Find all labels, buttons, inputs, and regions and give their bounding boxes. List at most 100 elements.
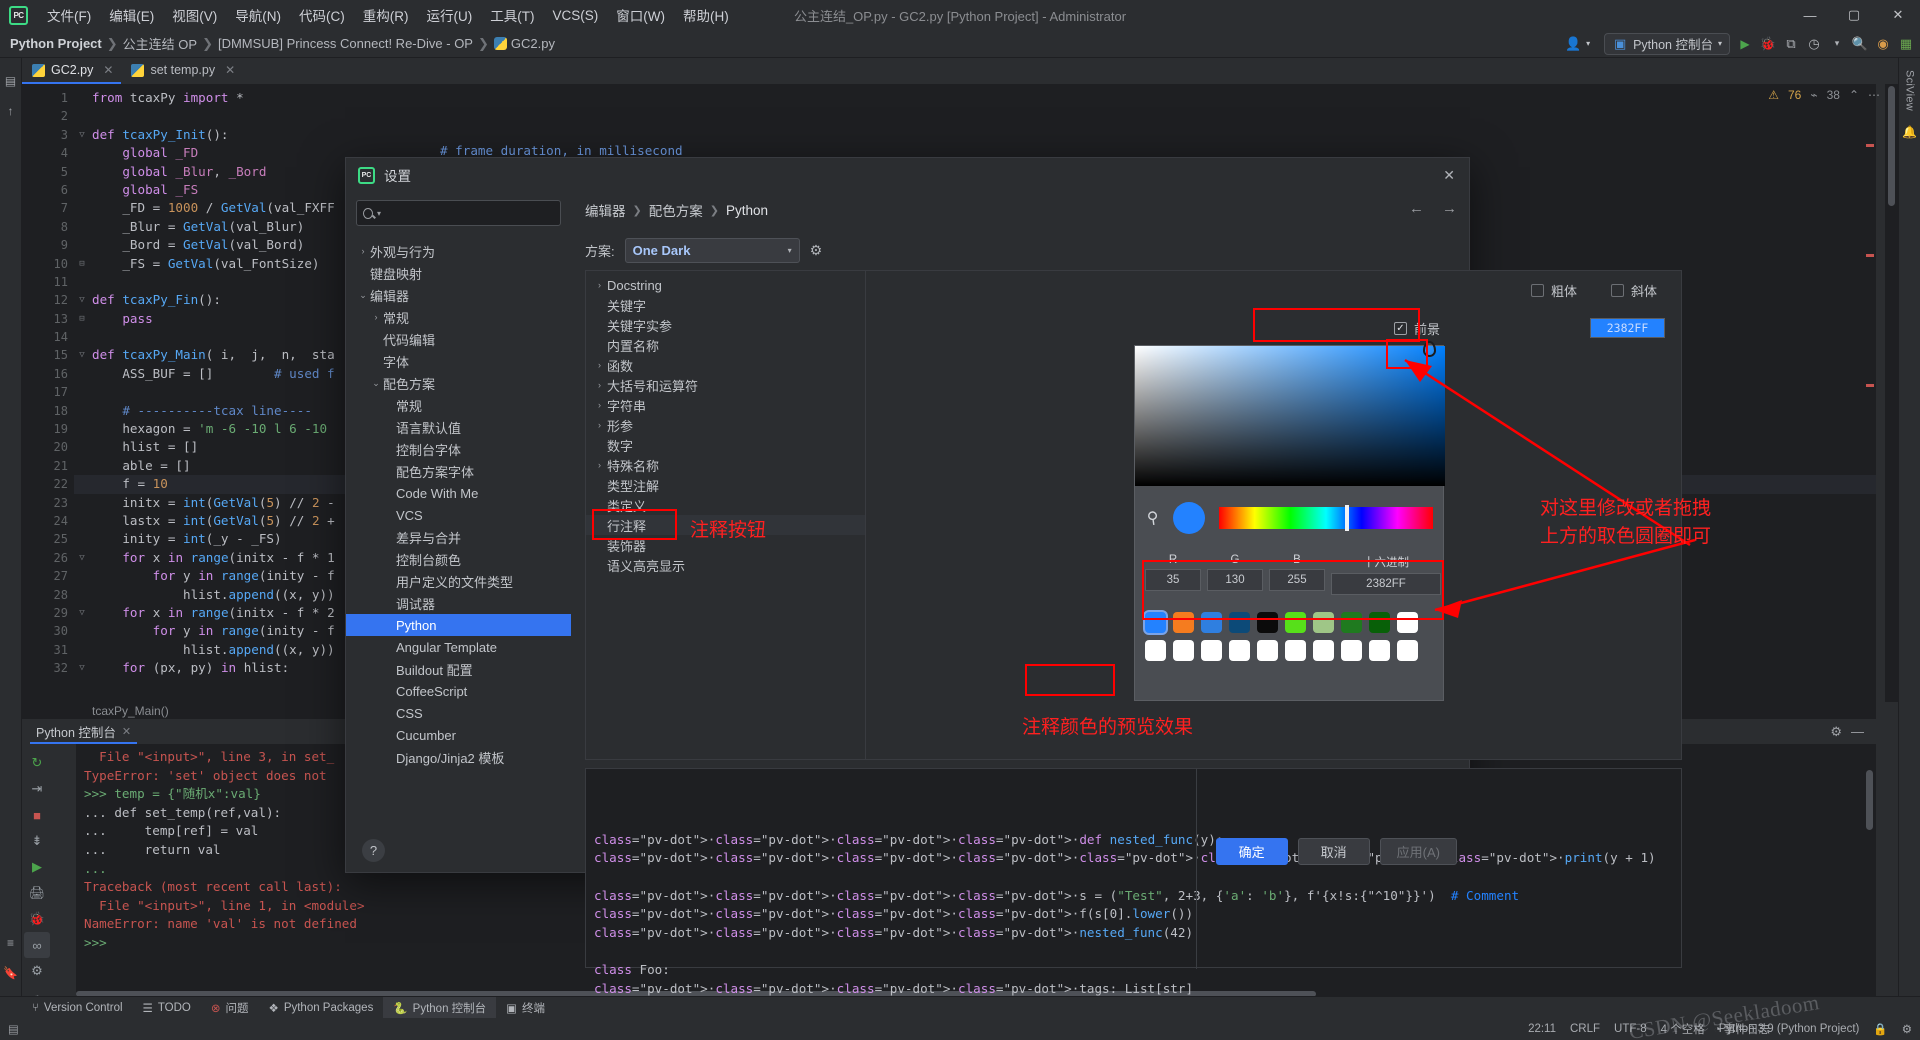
settings-tree-item[interactable]: › 外观与行为 xyxy=(356,240,561,262)
color-element-item[interactable]: ›类定义 xyxy=(586,495,865,515)
menu-item-help[interactable]: 帮助(H) xyxy=(674,1,738,29)
code-line[interactable]: inity = int(_y - _FS) xyxy=(92,530,335,548)
color-element-item[interactable]: › 字符串 xyxy=(586,395,865,415)
code-line[interactable]: for (px, py) in hlist: xyxy=(92,659,335,677)
settings-tree-item[interactable]: ›控制台颜色 xyxy=(356,548,561,570)
settings-tree[interactable]: ›外观与行为›键盘映射⌄编辑器›常规›代码编辑›字体⌄配色方案›常规›语言默认值… xyxy=(346,240,571,768)
maximize-button[interactable]: ▢ xyxy=(1832,0,1876,30)
color-swatch[interactable] xyxy=(1285,640,1306,661)
settings-tree-item[interactable]: ›Buildout 配置 xyxy=(356,658,561,680)
color-swatch[interactable] xyxy=(1201,640,1222,661)
code-line[interactable]: def tcaxPy_Fin(): xyxy=(92,291,335,309)
back-arrow-icon[interactable]: ← xyxy=(1409,200,1424,217)
run-icon[interactable]: ▶ xyxy=(24,854,50,880)
structure-icon[interactable]: ≡ xyxy=(2,934,20,952)
settings-tree-item[interactable]: ›CSS xyxy=(356,702,561,724)
editor-tab-gc2[interactable]: GC2.py ✕ xyxy=(22,58,122,84)
code-line[interactable]: for x in range(initx - f * 2 xyxy=(92,604,335,622)
scheme-dropdown[interactable]: One Dark ▾ xyxy=(624,238,800,263)
show-variables-icon[interactable]: ∞ xyxy=(24,932,50,958)
code-line[interactable]: hexagon = 'm -6 -10 l 6 -10 xyxy=(92,420,335,438)
memory-icon[interactable]: ▤ xyxy=(8,1022,19,1036)
code-line[interactable]: _Bord = GetVal(val_Bord) xyxy=(92,236,335,254)
chevron-down-icon[interactable]: ▾ xyxy=(377,209,381,218)
close-button[interactable]: ✕ xyxy=(1876,0,1920,30)
print-icon[interactable]: 🖨 xyxy=(24,880,50,906)
tool-window-version-control[interactable]: ⑂ Version Control xyxy=(22,997,133,1019)
color-element-item[interactable]: ›关键字实参 xyxy=(586,315,865,335)
collapse-icon[interactable]: ⌃ xyxy=(1849,88,1859,102)
color-swatch[interactable] xyxy=(1397,640,1418,661)
color-swatch[interactable] xyxy=(1145,612,1166,633)
settings-tree-item[interactable]: ›代码编辑 xyxy=(356,328,561,350)
foreground-checkbox-row[interactable]: ✓ 前景 xyxy=(1393,319,1440,338)
code-line[interactable]: # ----------tcax line---- xyxy=(92,402,335,420)
console-settings-icon[interactable]: ⚙ xyxy=(1830,724,1842,740)
chevron-down-icon[interactable]: ⌄ xyxy=(369,378,383,389)
settings-search-box[interactable]: ▾ xyxy=(356,200,561,226)
fold-toggle-icon[interactable]: ▽ xyxy=(74,659,90,677)
fold-toggle-icon[interactable]: ⊟ xyxy=(74,310,90,328)
italic-checkbox-row[interactable]: 斜体 xyxy=(1610,281,1657,300)
console-minimize-icon[interactable]: — xyxy=(1851,724,1864,739)
tool-window-problems[interactable]: ⊗ 问题 xyxy=(201,997,259,1019)
menu-item-window[interactable]: 窗口(W) xyxy=(607,1,674,29)
hex-input[interactable]: 2382FF xyxy=(1331,573,1441,595)
settings-icon[interactable]: ▦ xyxy=(1898,36,1914,52)
more-actions-icon[interactable]: ▾ xyxy=(1829,36,1845,52)
chevron-right-icon[interactable]: › xyxy=(592,360,607,370)
ok-button[interactable]: 确定 xyxy=(1215,837,1288,865)
color-swatch[interactable] xyxy=(1369,640,1390,661)
menu-item-view[interactable]: 视图(V) xyxy=(163,1,226,29)
color-swatch[interactable] xyxy=(1313,612,1334,633)
bold-checkbox[interactable] xyxy=(1530,284,1544,297)
code-line[interactable] xyxy=(92,328,335,346)
settings-tree-item[interactable]: ›语言默认值 xyxy=(356,416,561,438)
settings-tree-item[interactable]: ›常规 xyxy=(356,394,561,416)
code-line[interactable]: global _FD xyxy=(92,144,335,162)
settings-tree-item[interactable]: ›Django/Jinja2 模板 xyxy=(356,746,561,768)
breadcrumb-project[interactable]: Python Project xyxy=(10,36,102,51)
color-element-item[interactable]: ›行注释 xyxy=(586,515,865,535)
chevron-right-icon[interactable]: › xyxy=(592,380,607,390)
sciview-tab[interactable]: SciView xyxy=(1902,64,1918,117)
color-swatch[interactable] xyxy=(1341,612,1362,633)
settings-tree-item[interactable]: ›Cucumber xyxy=(356,724,561,746)
commit-icon[interactable]: ↑ xyxy=(2,102,20,120)
settings-icon[interactable]: ⚙ xyxy=(24,958,50,984)
run-icon[interactable]: ▶ xyxy=(1737,36,1753,52)
code-line[interactable]: def tcaxPy_Main( i, j, n, sta xyxy=(92,346,335,364)
color-element-item[interactable]: ›类型注解 xyxy=(586,475,865,495)
color-element-item[interactable]: › 形参 xyxy=(586,415,865,435)
breadcrumb-subfolder[interactable]: [DMMSUB] Princess Connect! Re-Dive - OP xyxy=(218,36,473,51)
code-line[interactable]: global _FS xyxy=(92,181,335,199)
breadcrumb-folder[interactable]: 公主连结 OP xyxy=(123,34,197,53)
color-element-item[interactable]: ›数字 xyxy=(586,435,865,455)
settings-tree-item[interactable]: ›调试器 xyxy=(356,592,561,614)
code-line[interactable]: for x in range(initx - f * 1 xyxy=(92,549,335,567)
b-input[interactable]: 255 xyxy=(1269,569,1325,591)
debug-icon[interactable]: 🐞 xyxy=(1760,36,1776,52)
code-line[interactable]: for y in range(inity - f xyxy=(92,622,335,640)
settings-tree-item[interactable]: ›配色方案字体 xyxy=(356,460,561,482)
settings-search-input[interactable] xyxy=(384,206,554,220)
settings-tree-item[interactable]: ›常规 xyxy=(356,306,561,328)
lock-icon[interactable]: 🔒 xyxy=(1873,1022,1887,1036)
settings-tree-item[interactable]: ›键盘映射 xyxy=(356,262,561,284)
bookmarks-icon[interactable]: 🔖 xyxy=(2,964,20,982)
foreground-checkbox[interactable]: ✓ xyxy=(1393,321,1407,335)
bold-checkbox-row[interactable]: 粗体 xyxy=(1530,281,1577,300)
error-stripe-mark[interactable] xyxy=(1866,254,1874,257)
chevron-right-icon[interactable]: › xyxy=(356,246,370,256)
settings-tree-item[interactable]: ›字体 xyxy=(356,350,561,372)
forward-arrow-icon[interactable]: → xyxy=(1442,200,1457,217)
settings-tree-item[interactable]: ›差异与合并 xyxy=(356,526,561,548)
menu-item-tools[interactable]: 工具(T) xyxy=(481,1,543,29)
tool-window-python-console[interactable]: 🐍 Python 控制台 xyxy=(383,996,497,1019)
g-input[interactable]: 130 xyxy=(1207,569,1263,591)
code-line[interactable]: able = [] xyxy=(92,457,335,475)
error-stripe-mark[interactable] xyxy=(1866,144,1874,147)
close-icon[interactable]: ✕ xyxy=(225,63,235,77)
code-line[interactable]: hlist.append((x, y)) xyxy=(92,641,335,659)
minimize-button[interactable]: — xyxy=(1788,0,1832,30)
